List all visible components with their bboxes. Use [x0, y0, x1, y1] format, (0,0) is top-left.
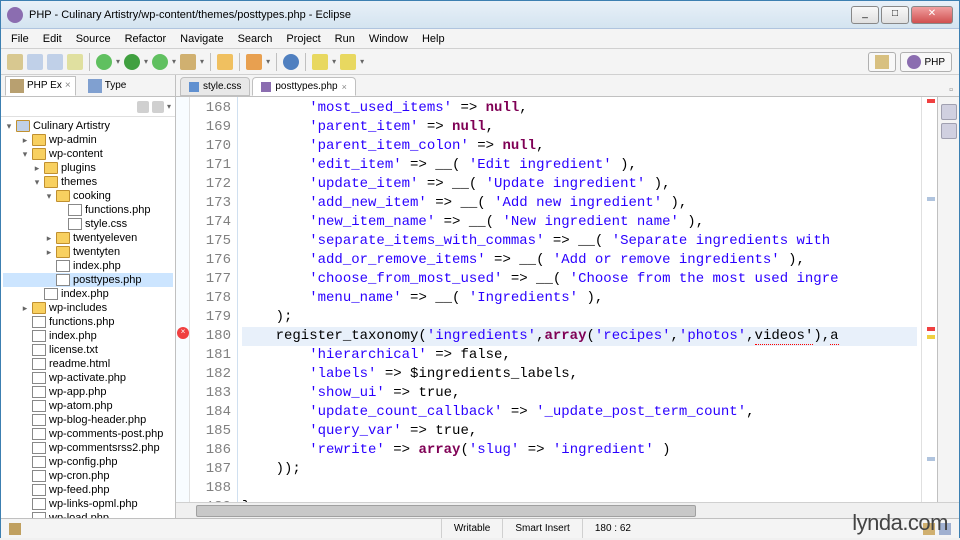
menu-edit[interactable]: Edit	[37, 31, 68, 47]
tree-item[interactable]: functions.php	[3, 203, 173, 217]
main-toolbar: ▾ ▾ ▾ ▾ ▾ ▾ ▾ PHP	[1, 49, 959, 75]
tree-item[interactable]: style.css	[3, 217, 173, 231]
status-icon[interactable]	[9, 523, 21, 535]
tree-item[interactable]: wp-commentsrss2.php	[3, 441, 173, 455]
menu-source[interactable]: Source	[70, 31, 117, 47]
close-icon[interactable]: ×	[65, 80, 71, 91]
close-tab-icon[interactable]: ×	[342, 82, 347, 92]
watermark-text: lynda.com	[852, 510, 948, 536]
tree-item[interactable]: index.php	[3, 259, 173, 273]
overview-ruler[interactable]	[921, 97, 937, 502]
open-type-icon[interactable]	[217, 54, 233, 70]
tree-item[interactable]: index.php	[3, 287, 173, 301]
status-cursor-position: 180 : 62	[582, 519, 643, 538]
tree-item[interactable]: ▸wp-includes	[3, 301, 173, 315]
editor-tab-posttypes[interactable]: posttypes.php ×	[252, 77, 356, 96]
open-perspective-button[interactable]	[868, 52, 896, 72]
menu-file[interactable]: File	[5, 31, 35, 47]
editor-tab-bar: style.css posttypes.php × ▫	[176, 75, 959, 97]
tree-item[interactable]: ▾wp-content	[3, 147, 173, 161]
tree-item[interactable]: posttypes.php	[3, 273, 173, 287]
error-marker-icon[interactable]: ×	[177, 327, 189, 339]
tree-item[interactable]: wp-links-opml.php	[3, 497, 173, 511]
search-icon[interactable]	[246, 54, 262, 70]
code-editor[interactable]: 'most_used_items' => null, 'parent_item'…	[238, 97, 921, 502]
tree-item[interactable]: ▸twentyeleven	[3, 231, 173, 245]
minimize-button[interactable]: _	[851, 6, 879, 24]
tab-php-explorer[interactable]: PHP Ex ×	[5, 76, 76, 96]
tree-item[interactable]: ▸twentyten	[3, 245, 173, 259]
status-bar: Writable Smart Insert 180 : 62	[1, 518, 959, 538]
window-title: PHP - Culinary Artistry/wp-content/theme…	[29, 9, 851, 21]
menu-navigate[interactable]: Navigate	[174, 31, 229, 47]
close-button[interactable]: ✕	[911, 6, 953, 24]
tree-item[interactable]: ▾themes	[3, 175, 173, 189]
tasks-view-icon[interactable]	[941, 123, 957, 139]
tab-type-hierarchy[interactable]: Type	[84, 77, 131, 95]
editor-tab-stylecss[interactable]: style.css	[180, 77, 250, 96]
tree-item[interactable]: wp-feed.php	[3, 483, 173, 497]
menu-window[interactable]: Window	[363, 31, 414, 47]
window-titlebar: PHP - Culinary Artistry/wp-content/theme…	[1, 1, 959, 29]
line-number-gutter: 1681691701711721731741751761771781791801…	[190, 97, 238, 502]
forward-icon[interactable]	[340, 54, 356, 70]
tree-item[interactable]: wp-app.php	[3, 385, 173, 399]
print-icon[interactable]	[67, 54, 83, 70]
tree-item[interactable]: wp-blog-header.php	[3, 413, 173, 427]
perspective-php[interactable]: PHP	[900, 52, 952, 72]
maximize-button[interactable]: □	[881, 6, 909, 24]
menu-help[interactable]: Help	[416, 31, 451, 47]
back-icon[interactable]	[312, 54, 328, 70]
save-icon[interactable]	[27, 54, 43, 70]
fast-view-bar	[937, 97, 959, 502]
horizontal-scrollbar[interactable]	[176, 502, 959, 518]
menu-search[interactable]: Search	[232, 31, 279, 47]
app-icon	[7, 7, 23, 23]
menu-run[interactable]: Run	[329, 31, 361, 47]
status-insert-mode: Smart Insert	[502, 519, 581, 538]
tree-item[interactable]: license.txt	[3, 343, 173, 357]
tree-item[interactable]: wp-load.php	[3, 511, 173, 518]
view-menu-icon[interactable]: ▾	[167, 102, 171, 111]
save-all-icon[interactable]	[47, 54, 63, 70]
tree-root[interactable]: ▾Culinary Artistry	[3, 119, 173, 133]
status-writable: Writable	[441, 519, 503, 538]
menu-project[interactable]: Project	[280, 31, 326, 47]
run-last-icon[interactable]	[152, 54, 168, 70]
link-editor-icon[interactable]	[152, 101, 164, 113]
tree-item[interactable]: wp-cron.php	[3, 469, 173, 483]
collapse-icon[interactable]	[137, 101, 149, 113]
marker-ruler: ×	[176, 97, 190, 502]
tree-item[interactable]: index.php	[3, 329, 173, 343]
tree-item[interactable]: ▸wp-admin	[3, 133, 173, 147]
debug-icon[interactable]	[96, 54, 112, 70]
tree-item[interactable]: wp-config.php	[3, 455, 173, 469]
outline-view-icon[interactable]	[941, 104, 957, 120]
tree-item[interactable]: readme.html	[3, 357, 173, 371]
run-icon[interactable]	[124, 54, 140, 70]
tree-item[interactable]: functions.php	[3, 315, 173, 329]
tree-item[interactable]: ▸plugins	[3, 161, 173, 175]
tree-item[interactable]: wp-atom.php	[3, 399, 173, 413]
file-tree[interactable]: ▾Culinary Artistry▸wp-admin▾wp-content▸p…	[1, 117, 175, 518]
maximize-editor-icon[interactable]: ▫	[943, 84, 959, 96]
new-icon[interactable]	[7, 54, 23, 70]
menu-refactor[interactable]: Refactor	[119, 31, 173, 47]
tree-item[interactable]: wp-comments-post.php	[3, 427, 173, 441]
project-explorer-panel: PHP Ex × Type ▾ ▾Culinary Artistry▸wp-ad…	[1, 75, 176, 518]
tree-item[interactable]: wp-activate.php	[3, 371, 173, 385]
scrollbar-thumb[interactable]	[196, 505, 696, 517]
ext-tools-icon[interactable]	[180, 54, 196, 70]
nav-icon[interactable]	[283, 54, 299, 70]
menu-bar: File Edit Source Refactor Navigate Searc…	[1, 29, 959, 49]
tree-item[interactable]: ▾cooking	[3, 189, 173, 203]
